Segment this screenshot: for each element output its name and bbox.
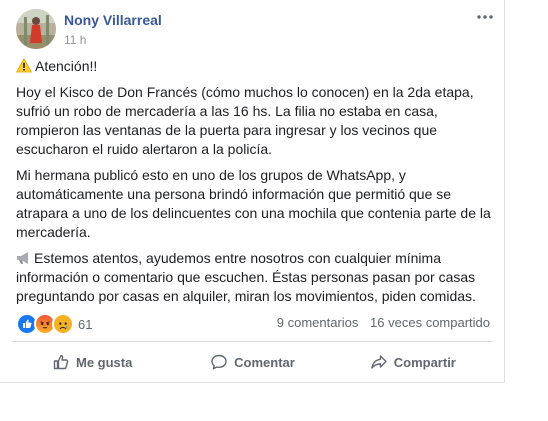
like-button[interactable]: Me gusta	[12, 344, 172, 380]
post-heading-line: Atención!!	[16, 57, 494, 76]
share-count-link[interactable]: 16 veces compartido	[370, 315, 490, 330]
like-button-label: Me gusta	[75, 354, 133, 370]
post-paragraph: Hoy el Kisco de Don Francés (cómo muchos…	[16, 84, 474, 157]
ellipsis-icon	[477, 15, 493, 19]
share-button-label: Compartir	[393, 354, 456, 370]
sad-reaction-icon	[52, 313, 74, 335]
avatar-photo	[16, 9, 56, 49]
post-actions-bar: Me gusta Comentar Compartir	[12, 344, 493, 380]
engagement-counts: 9 comentarios 16 veces compartido	[277, 315, 490, 330]
thumbs-up-icon	[53, 354, 69, 370]
comment-button-label: Comentar	[234, 354, 295, 370]
actions-divider	[12, 341, 493, 342]
reaction-count: 61	[78, 316, 93, 332]
more-options-button[interactable]	[476, 10, 494, 24]
post-last-line: Estemos atentos, ayudemos entre nosotros…	[16, 249, 494, 306]
post-paragraph: Estemos atentos, ayudemos entre nosotros…	[16, 250, 476, 304]
comment-count-link[interactable]: 9 comentarios	[277, 315, 359, 330]
comment-button[interactable]: Comentar	[172, 344, 332, 380]
warning-icon	[16, 58, 32, 73]
post-card: Nony Villarreal 11 h Atención!! Hoy el K…	[0, 0, 505, 383]
share-arrow-icon	[371, 355, 387, 369]
share-button[interactable]: Compartir	[333, 344, 493, 380]
post-timestamp[interactable]: 11 h	[64, 33, 86, 47]
author-name[interactable]: Nony Villarreal	[64, 12, 162, 28]
post-body: Atención!! Hoy el Kisco de Don Francés (…	[16, 57, 494, 313]
comment-icon	[211, 354, 227, 370]
author-avatar[interactable]	[16, 9, 56, 49]
reaction-summary[interactable]: 61	[16, 313, 92, 335]
post-heading: Atención!!	[35, 58, 98, 74]
post-paragraph: Mi hermana publicó esto en uno de los gr…	[16, 167, 491, 240]
megaphone-icon	[17, 252, 28, 264]
